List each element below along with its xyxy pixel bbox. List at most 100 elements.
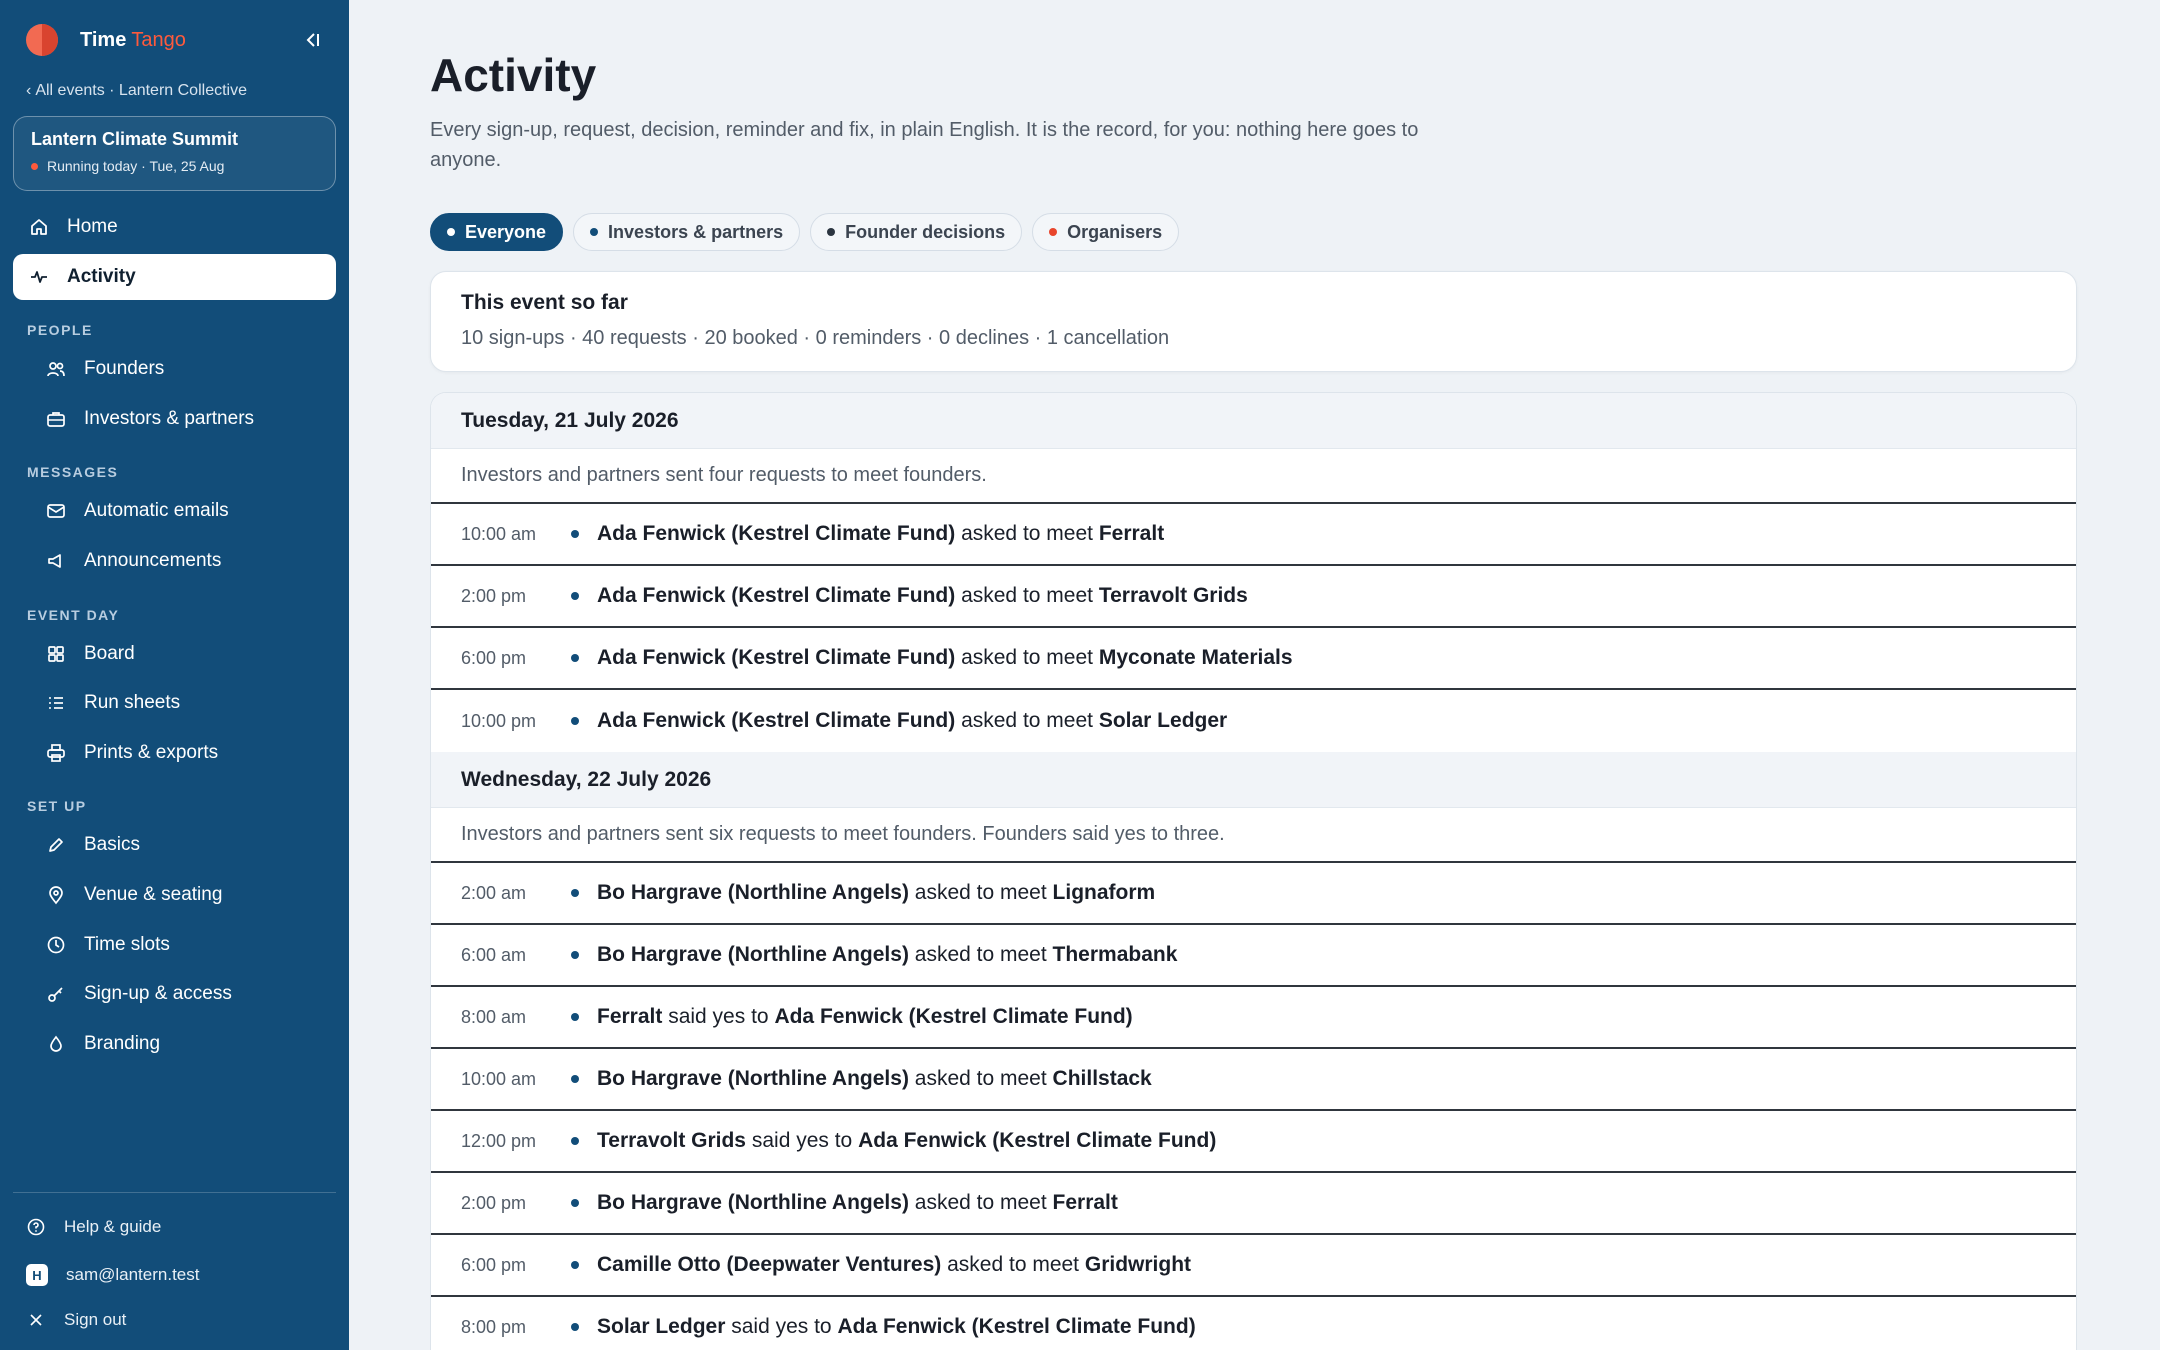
megaphone-icon	[48, 554, 61, 568]
filter-chip-label: Everyone	[465, 221, 547, 242]
event-status: Running today · Tue, 25 Aug	[31, 158, 318, 174]
brand-name-accent: Tango	[131, 28, 186, 51]
nav-announcements[interactable]: Announcements	[46, 538, 336, 584]
event-time: 10:00 pm	[461, 710, 537, 731]
event-target: Thermabank	[1052, 943, 1178, 966]
filter-chip[interactable]: Everyone	[430, 213, 564, 251]
list-item[interactable]: 2:00 am Bo Hargrave (Northline Angels) as…	[431, 863, 2076, 925]
help-guide-label: Help & guide	[64, 1217, 162, 1236]
collapse-sidebar-icon[interactable]	[300, 28, 324, 52]
event-time: 8:00 am	[461, 1006, 527, 1027]
list-item[interactable]: 10:00 am Ada Fenwick (Kestrel Climate Fun…	[431, 504, 2076, 566]
event-text: Bo Hargrave (Northline Angels) asked to …	[597, 943, 1177, 967]
event-actor: Bo Hargrave (Northline Angels)	[597, 881, 909, 904]
nav-basics[interactable]: Basics	[46, 822, 336, 868]
nav-automatic-emails-label: Automatic emails	[84, 500, 229, 521]
event-actor: Ada Fenwick (Kestrel Climate Fund)	[597, 646, 956, 669]
filter-chip[interactable]: Investors & partners	[573, 213, 801, 251]
list-item[interactable]: 10:00 pm Ada Fenwick (Kestrel Climate Fun…	[431, 690, 2076, 752]
event-summary-card: This event so far 10 sign-ups · 40 reque…	[430, 271, 2077, 372]
event-actor: Terravolt Grids	[597, 1129, 746, 1152]
day-header: Wednesday, 22 July 2026	[431, 752, 2076, 808]
event-bullet-icon	[571, 592, 579, 600]
nav-home[interactable]: Home	[13, 204, 336, 250]
list-item[interactable]: 6:00 am Bo Hargrave (Northline Angels) as…	[431, 925, 2076, 987]
list-item[interactable]: 6:00 pm Ada Fenwick (Kestrel Climate Fund…	[431, 628, 2076, 690]
page-description: Every sign-up, request, decision, remind…	[430, 119, 1419, 171]
sign-out-link[interactable]: Sign out	[26, 1310, 126, 1330]
event-target: Myconate Materials	[1098, 646, 1293, 669]
list-item[interactable]: 8:00 pm Solar Ledger said yes to Ada Fenw…	[431, 1297, 2076, 1350]
nav-signup-access[interactable]: Sign-up & access	[46, 971, 336, 1017]
nav-activity[interactable]: Activity	[13, 254, 336, 300]
nav-founders-label: Founders	[84, 358, 165, 379]
brand-name-primary: Time	[80, 28, 127, 51]
back-to-all-events-link[interactable]: ‹ All events · Lantern Collective	[26, 82, 247, 100]
event-actor: Ada Fenwick (Kestrel Climate Fund)	[597, 709, 956, 732]
list-item[interactable]: 2:00 pm Ada Fenwick (Kestrel Climate Fund…	[431, 566, 2076, 628]
nav-founders[interactable]: Founders	[46, 346, 336, 392]
nav-venue-seating[interactable]: Venue & seating	[46, 872, 336, 918]
back-link-label: All events · Lantern Collective	[35, 82, 247, 99]
list-item[interactable]: 10:00 am Bo Hargrave (Northline Angels) a…	[431, 1049, 2076, 1111]
event-target: Ferralt	[1098, 522, 1165, 545]
help-guide-link[interactable]: Help & guide	[26, 1217, 161, 1237]
filter-chip[interactable]: Founder decisions	[810, 213, 1023, 251]
nav-board-label: Board	[84, 643, 135, 664]
event-target: Ada Fenwick (Kestrel Climate Fund)	[774, 1005, 1133, 1028]
sign-out-label: Sign out	[64, 1310, 127, 1329]
brand[interactable]: Time Tango	[26, 22, 186, 58]
list-item[interactable]: 2:00 pm Bo Hargrave (Northline Angels) as…	[431, 1173, 2076, 1235]
event-actor: Bo Hargrave (Northline Angels)	[597, 943, 909, 966]
nav-automatic-emails[interactable]: Automatic emails	[46, 488, 336, 534]
help-circle-icon	[27, 1218, 45, 1236]
event-bullet-icon	[571, 1323, 579, 1331]
nav-investors[interactable]: Investors & partners	[46, 396, 336, 442]
nav-venue-seating-label: Venue & seating	[84, 884, 223, 905]
event-status-text: Running today · Tue, 25 Aug	[47, 158, 225, 174]
brand-name: Time Tango	[80, 29, 186, 52]
user-account[interactable]: H sam@lantern.test	[26, 1264, 199, 1286]
event-target: Ada Fenwick (Kestrel Climate Fund)	[858, 1129, 1217, 1152]
filter-chip[interactable]: Organisers	[1032, 213, 1180, 251]
filter-dot-icon	[447, 228, 455, 236]
filter-dot-icon	[590, 228, 599, 236]
nav-announcements-label: Announcements	[84, 550, 222, 571]
event-actor: Bo Hargrave (Northline Angels)	[597, 1067, 909, 1090]
nav-board[interactable]: Board	[46, 631, 336, 677]
summary-stats: 10 sign-ups · 40 requests · 20 booked · …	[461, 327, 1170, 349]
event-verb: said yes to	[751, 1129, 853, 1152]
event-actor: Solar Ledger	[597, 1315, 726, 1338]
key-icon	[48, 987, 63, 1002]
event-text: Bo Hargrave (Northline Angels) asked to …	[597, 1067, 1152, 1091]
current-event-card[interactable]: Lantern Climate Summit Running today · T…	[13, 116, 336, 191]
event-time: 10:00 am	[461, 523, 537, 544]
event-verb: said yes to	[731, 1315, 832, 1338]
list-item[interactable]: 8:00 am Ferralt said yes to Ada Fenwick (…	[431, 987, 2076, 1049]
activity-pulse-icon	[31, 271, 47, 283]
event-time: 8:00 pm	[461, 1316, 527, 1337]
event-text: Ada Fenwick (Kestrel Climate Fund) asked…	[597, 646, 1293, 670]
filter-dot-icon	[1049, 228, 1058, 236]
event-text: Bo Hargrave (Northline Angels) asked to …	[597, 1191, 1118, 1215]
event-target: Lignaform	[1052, 881, 1156, 904]
audience-filter-chips: Everyone Investors & partners Founder deci…	[430, 213, 1180, 251]
nav-home-label: Home	[67, 216, 118, 237]
event-time: 12:00 pm	[461, 1130, 537, 1151]
event-bullet-icon	[571, 530, 579, 538]
nav-time-slots[interactable]: Time slots	[46, 922, 336, 968]
event-text: Ada Fenwick (Kestrel Climate Fund) asked…	[597, 584, 1248, 608]
nav-activity-label: Activity	[67, 266, 136, 287]
event-bullet-icon	[571, 951, 579, 959]
list-item[interactable]: 6:00 pm Camille Otto (Deepwater Ventures)…	[431, 1235, 2076, 1297]
nav-branding[interactable]: Branding	[46, 1021, 336, 1067]
event-verb: asked to meet	[914, 943, 1047, 966]
event-text: Ada Fenwick (Kestrel Climate Fund) asked…	[597, 709, 1227, 733]
day-summary: Investors and partners sent four request…	[431, 449, 2076, 504]
nav-investors-label: Investors & partners	[84, 408, 255, 429]
event-bullet-icon	[571, 1137, 579, 1145]
nav-run-sheets[interactable]: Run sheets	[46, 680, 336, 726]
pencil-icon	[49, 838, 63, 852]
nav-prints-exports[interactable]: Prints & exports	[46, 730, 336, 776]
list-item[interactable]: 12:00 pm Terravolt Grids said yes to Ada …	[431, 1111, 2076, 1173]
